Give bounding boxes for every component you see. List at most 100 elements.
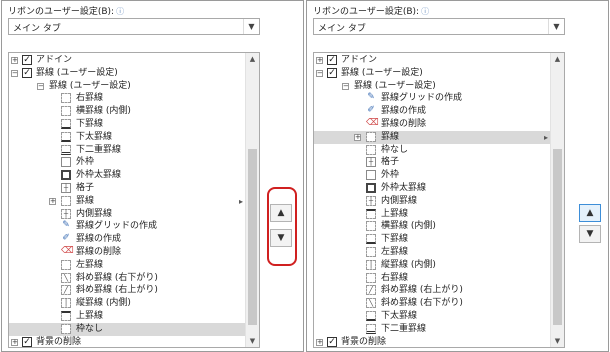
expand-icon[interactable]: + xyxy=(316,57,323,64)
tab-type-dropdown[interactable]: メイン タブ ▼ xyxy=(8,18,260,35)
thick-bottom-border-icon xyxy=(366,311,376,321)
collapse-icon[interactable]: − xyxy=(342,82,349,90)
tree-item-label: 下罫線 xyxy=(76,119,104,129)
tree-item-label: 罫線 (ユーザー設定) xyxy=(341,67,423,78)
collapse-icon[interactable]: − xyxy=(11,69,18,77)
tree-item[interactable]: │ 縦罫線 (内側) xyxy=(314,259,551,272)
scroll-thumb[interactable] xyxy=(553,149,562,325)
checkbox-icon[interactable]: ✓ xyxy=(327,336,337,347)
checkbox-icon[interactable]: ✓ xyxy=(22,55,32,65)
tree-item[interactable]: ⌫ 罫線の削除 xyxy=(9,246,246,259)
tree-item[interactable]: + ✓ アドイン xyxy=(314,54,551,67)
tree-item[interactable]: 下二重罫線 xyxy=(314,323,551,336)
expand-icon[interactable]: + xyxy=(11,338,18,346)
tree-item[interactable]: ╱ 斜め罫線 (右上がり) xyxy=(9,284,246,297)
outside-borders-icon xyxy=(61,157,71,168)
tree-item[interactable]: + ✓ 背景の削除 xyxy=(9,336,246,347)
chevron-down-icon[interactable]: ▼ xyxy=(548,19,564,34)
tree-item[interactable]: ┼ 内側罫線 xyxy=(9,208,246,221)
scroll-down-icon[interactable]: ▼ xyxy=(246,335,259,347)
tree-item[interactable]: 下罫線 xyxy=(314,233,551,246)
tree-item[interactable]: 枠なし xyxy=(314,144,551,157)
tree-item[interactable]: − 罫線 (ユーザー設定) xyxy=(9,80,246,93)
tree-item[interactable]: ✎ 罫線グリッドの作成 xyxy=(314,92,551,105)
arrow-down-icon: ▼ xyxy=(586,229,594,239)
draw-border-icon: ✐ xyxy=(366,105,376,117)
tree-item-label: 斜め罫線 (右下がり) xyxy=(76,272,158,283)
checkbox-icon[interactable]: ✓ xyxy=(327,55,337,65)
move-down-button[interactable]: ▼ xyxy=(579,225,601,243)
move-up-button[interactable]: ▲ xyxy=(579,204,601,222)
tree-item[interactable]: ┼ 格子 xyxy=(314,156,551,169)
tree-item[interactable]: 下二重罫線 xyxy=(9,144,246,157)
tree-item-label: 罫線の削除 xyxy=(381,119,427,129)
tree-item-label: 罫線 xyxy=(76,195,95,206)
tab-type-dropdown[interactable]: メイン タブ ▼ xyxy=(313,18,565,35)
tree-item[interactable]: + ✓ アドイン xyxy=(9,54,246,67)
tree-item[interactable]: 下罫線 xyxy=(9,118,246,131)
tree-item[interactable]: + ✓ 背景の削除 xyxy=(314,336,551,347)
tree-scrollbar[interactable]: ▲ ▼ xyxy=(550,53,564,347)
ribbon-tree[interactable]: + ✓ アドイン − ✓ 罫線 (ユーザー設定) − 罫線 (ユーザー設定) ✎ 罫線グリッドの作… xyxy=(313,52,565,348)
tree-item[interactable]: ╲ 斜め罫線 (右下がり) xyxy=(9,272,246,285)
tree-item[interactable]: 外枠太罫線 xyxy=(314,182,551,195)
collapse-icon[interactable]: − xyxy=(37,82,44,90)
expand-icon[interactable]: + xyxy=(49,197,56,205)
inside-vertical-border-icon: │ xyxy=(61,298,71,309)
tree-item[interactable]: 左罫線 xyxy=(314,246,551,259)
tree-item[interactable]: │ 縦罫線 (内側) xyxy=(9,297,246,310)
checkbox-icon[interactable]: ✓ xyxy=(327,67,337,78)
tree-item[interactable]: − ✓ 罫線 (ユーザー設定) xyxy=(314,67,551,80)
scroll-thumb[interactable] xyxy=(248,149,257,325)
expand-icon[interactable]: + xyxy=(354,133,361,141)
tree-scrollbar[interactable]: ▲ ▼ xyxy=(245,53,259,347)
tree-item[interactable]: 下太罫線 xyxy=(314,310,551,323)
tree-item-label: 罫線グリッドの作成 xyxy=(381,93,463,104)
tree-item[interactable]: 上罫線 xyxy=(314,208,551,221)
tree-item[interactable]: + 罫線 ▸ xyxy=(314,130,551,144)
chevron-down-icon[interactable]: ▼ xyxy=(243,19,259,34)
tree-item[interactable]: 下太罫線 xyxy=(9,131,246,144)
scroll-up-icon[interactable]: ▲ xyxy=(246,53,259,65)
tree-item[interactable]: ┼ 格子 xyxy=(9,182,246,195)
top-border-icon xyxy=(61,311,71,321)
tree-item[interactable]: ✎ 罫線グリッドの作成 xyxy=(9,220,246,233)
right-border-icon xyxy=(61,93,71,104)
ribbon-tree[interactable]: + ✓ アドイン − ✓ 罫線 (ユーザー設定) − 罫線 (ユーザー設定) 右罫線 横罫線 (内… xyxy=(8,52,260,348)
no-border-icon xyxy=(61,323,71,334)
tree-item-label: 横罫線 (内側) xyxy=(76,106,131,117)
tree-item[interactable]: ╲ 斜め罫線 (右下がり) xyxy=(314,297,551,310)
tree-item[interactable]: + 罫線 ▸ xyxy=(9,195,246,208)
checkbox-icon[interactable]: ✓ xyxy=(22,336,32,347)
tree-item[interactable]: − 罫線 (ユーザー設定) xyxy=(314,80,551,93)
tree-item[interactable]: 枠なし xyxy=(9,322,246,336)
tree-item[interactable]: − ✓ 罫線 (ユーザー設定) xyxy=(9,67,246,80)
tree-item[interactable]: 右罫線 xyxy=(9,92,246,105)
tree-item-label: 横罫線 (内側) xyxy=(381,221,436,232)
expand-icon[interactable]: + xyxy=(11,57,18,64)
tree-item[interactable]: 上罫線 xyxy=(9,310,246,323)
inside-vertical-border-icon: │ xyxy=(366,259,376,270)
all-borders-icon: ┼ xyxy=(366,157,376,168)
tree-item[interactable]: 横罫線 (内側) xyxy=(9,105,246,118)
tree-item[interactable]: ┼ 内側罫線 xyxy=(314,195,551,208)
tree-item[interactable]: 横罫線 (内側) xyxy=(314,220,551,233)
tree-item[interactable]: 外枠 xyxy=(314,169,551,182)
tree-item[interactable]: ✐ 罫線の作成 xyxy=(314,105,551,118)
tree-item[interactable]: ╱ 斜め罫線 (右上がり) xyxy=(314,284,551,297)
submenu-arrow-icon: ▸ xyxy=(543,132,548,142)
expand-icon[interactable]: + xyxy=(316,338,323,346)
tree-item[interactable]: ✐ 罫線の作成 xyxy=(9,233,246,246)
inside-horizontal-border-icon xyxy=(61,106,71,117)
scroll-up-icon[interactable]: ▲ xyxy=(551,53,564,65)
tree-item[interactable]: 外枠 xyxy=(9,156,246,169)
no-border-icon xyxy=(366,144,376,155)
draw-border-grid-icon: ✎ xyxy=(366,92,376,104)
tree-item[interactable]: 外枠太罫線 xyxy=(9,169,246,182)
tree-item[interactable]: 右罫線 xyxy=(314,272,551,285)
collapse-icon[interactable]: − xyxy=(316,69,323,77)
tree-item[interactable]: ⌫ 罫線の削除 xyxy=(314,118,551,131)
scroll-down-icon[interactable]: ▼ xyxy=(551,335,564,347)
tree-item[interactable]: 左罫線 xyxy=(9,259,246,272)
checkbox-icon[interactable]: ✓ xyxy=(22,67,32,78)
